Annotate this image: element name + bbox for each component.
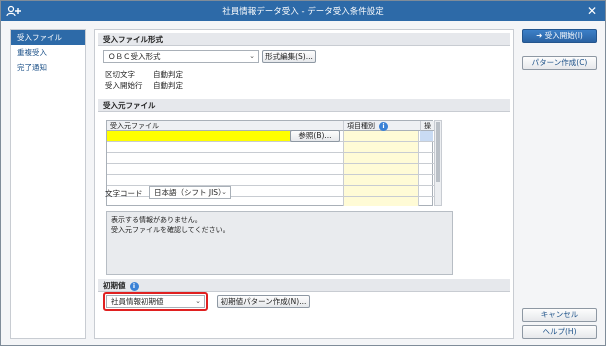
- sidebar-item-import-file[interactable]: 受入ファイル: [11, 30, 85, 45]
- initial-values-select[interactable]: 社員情報初期値 ⌄: [106, 295, 205, 308]
- chevron-down-icon: ⌄: [195, 297, 201, 305]
- charcode-select[interactable]: 日本語（シフト JIS） ⌄: [149, 186, 231, 199]
- table-row[interactable]: 参照(B)...: [107, 130, 434, 142]
- message-line: 受入元ファイルを確認してください。: [111, 226, 230, 234]
- column-header-operation: 操作: [420, 121, 434, 140]
- file-format-section-title: 受入ファイル形式: [98, 33, 510, 46]
- info-icon[interactable]: i: [129, 281, 139, 291]
- help-button[interactable]: ヘルプ(H): [522, 325, 597, 339]
- close-icon[interactable]: ✕: [584, 3, 600, 19]
- start-row-label: 受入開始行: [105, 81, 143, 90]
- charcode-label: 文字コード: [105, 189, 143, 198]
- source-file-section-title: 受入元ファイル: [98, 99, 510, 112]
- create-initial-pattern-button[interactable]: 初期値パターン作成(N)...: [217, 295, 310, 308]
- cancel-button[interactable]: キャンセル: [522, 308, 597, 322]
- table-row[interactable]: [107, 175, 434, 186]
- start-import-button[interactable]: ➜ 受入開始(I): [522, 29, 597, 43]
- format-select-value: ＯＢＣ受入形式: [108, 52, 161, 61]
- format-select[interactable]: ＯＢＣ受入形式 ⌄: [103, 50, 259, 63]
- grid-scrollbar[interactable]: [434, 120, 442, 206]
- delimiter-label: 区切文字: [105, 70, 135, 79]
- window-title: 社員情報データ受入 - データ受入条件設定: [222, 7, 384, 17]
- scrollbar-thumb[interactable]: [436, 122, 440, 182]
- dialog-window: 社員情報データ受入 - データ受入条件設定 ✕ 受入ファイル 重複受入 完了通知…: [0, 0, 606, 346]
- chevron-down-icon: ⌄: [221, 188, 227, 196]
- main-panel: 受入ファイル形式 ＯＢＣ受入形式 ⌄ 形式編集(S)... 区切文字 自動判定 …: [94, 29, 514, 339]
- initial-values-title: 初期値: [103, 281, 126, 290]
- source-file-cell-selected[interactable]: [107, 131, 290, 141]
- arrow-right-icon: ➜: [536, 31, 545, 40]
- sidebar-item-completion-notice[interactable]: 完了通知: [11, 60, 85, 75]
- info-icon[interactable]: i: [379, 121, 388, 131]
- initial-values-select-value: 社員情報初期値: [111, 297, 164, 306]
- table-row[interactable]: [107, 142, 434, 153]
- table-row[interactable]: [107, 164, 434, 175]
- start-row-value: 自動判定: [153, 81, 183, 90]
- item-type-header-label: 項目種別: [347, 122, 375, 130]
- create-pattern-button[interactable]: パターン作成(C): [522, 56, 597, 70]
- sidebar: 受入ファイル 重複受入 完了通知: [10, 29, 86, 339]
- table-row[interactable]: [107, 153, 434, 164]
- title-bar: 社員情報データ受入 - データ受入条件設定 ✕: [1, 1, 605, 21]
- chevron-down-icon: ⌄: [249, 52, 255, 60]
- sidebar-item-duplicate-import[interactable]: 重複受入: [11, 45, 85, 60]
- edit-format-button[interactable]: 形式編集(S)...: [262, 50, 316, 63]
- message-box: 表示する情報がありません。 受入元ファイルを確認してください。: [106, 211, 453, 275]
- browse-button[interactable]: 参照(B)...: [290, 130, 340, 142]
- start-import-label: 受入開始(I): [544, 31, 583, 40]
- delimiter-value: 自動判定: [153, 70, 183, 79]
- column-header-item-type: 項目種別 i: [343, 121, 420, 131]
- message-line: 表示する情報がありません。: [111, 216, 202, 224]
- initial-values-section-title: 初期値 i: [98, 279, 510, 292]
- charcode-select-value: 日本語（シフト JIS）: [154, 188, 226, 197]
